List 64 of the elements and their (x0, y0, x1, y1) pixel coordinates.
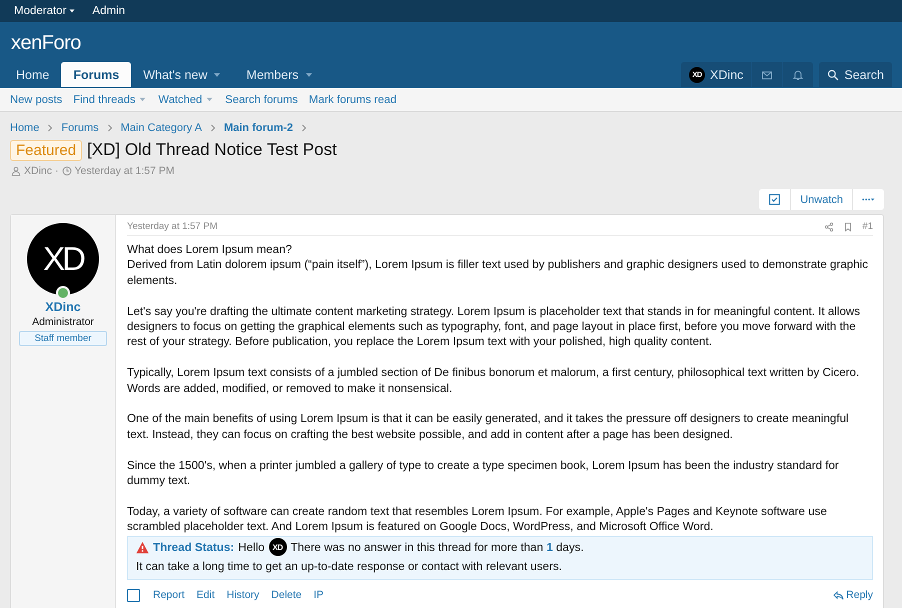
subnav-link[interactable]: Mark forums read (308, 94, 397, 106)
caret-icon (68, 7, 76, 15)
post-action-link[interactable]: History (226, 589, 260, 602)
nav-tab[interactable]: Home (4, 62, 62, 87)
breadcrumb-link[interactable]: Main forum-2 (224, 122, 294, 134)
post-text: What does Lorem Ipsum mean? (127, 242, 293, 258)
reply-arrow-icon (833, 590, 844, 601)
post-action-link[interactable]: Edit (196, 589, 215, 602)
chevron-icon (208, 124, 217, 132)
post-action-link[interactable]: Delete (271, 589, 302, 602)
notice-greeting: Hello (238, 540, 265, 556)
breadcrumb-link[interactable]: Forums (61, 122, 99, 134)
user-icon (11, 166, 21, 176)
post-action-link[interactable]: IP (314, 589, 324, 602)
envelope-icon (761, 68, 774, 80)
chevron-icon (106, 124, 114, 132)
search-icon (827, 68, 840, 80)
subnav-link[interactable]: Search forums (225, 94, 298, 106)
nav-tab[interactable]: What's new (131, 62, 234, 87)
breadcrumb-link[interactable]: Home (10, 122, 40, 134)
post-number[interactable]: #1 (862, 221, 873, 232)
reply-link[interactable]: Reply (833, 589, 873, 602)
notice-label: Thread Status: (153, 540, 234, 556)
breadcrumb-link[interactable]: Main Category A (120, 122, 202, 134)
separator-dot: · (55, 165, 59, 177)
staff-link[interactable]: Moderator (14, 5, 76, 17)
clock-icon (62, 166, 72, 176)
thread-date[interactable]: Yesterday at 1:57 PM (74, 165, 175, 177)
post-text: Let's say you're drafting the ultimate content marketing strategy. Lorem Ipsum is placeholder text that stands in for meaningful content. It allows designers to focus on getting the graphical elements such as typography, font, and page layout in place first, before you move forward with the rest of your strategy. Before publication, you replace the Lorem Ipsum text with your polished, high quality content. (127, 304, 862, 350)
search-button[interactable]: Search (819, 62, 892, 87)
chevron-icon (300, 124, 308, 132)
notice-message: It can take a long time to get an up-to-date response or contact with relevant users. (136, 558, 563, 575)
staff-banner: Staff member (19, 331, 107, 346)
warning-icon (136, 540, 149, 554)
username-link[interactable]: XDinc (45, 300, 81, 314)
post-text: Today, a variety of software can create random text that resembles Lorem Ipsum. For example, Apple's Pages and Keynote software use scrambled placeholder text. And Lorem Ipsum is featured on Google Docs, WordPress, and Microsoft Office Word. (127, 504, 828, 535)
post-text: One of the main benefits of using Lorem Ipsum is that it can be easily generated, and it takes the pressure off designers to create meaningful text. Instead, they can focus on crafting the best website possible, and add in content after a page has been designed. (127, 411, 850, 442)
nav-tab[interactable]: Members (234, 62, 326, 87)
notice-message: There was no answer in this thread for more than 1 days. (290, 540, 584, 556)
nav-tab[interactable]: Forums (61, 62, 132, 87)
caret-icon (138, 95, 148, 104)
post-text: Derived from Latin dolorem ipsum (“pain itself”), Lorem Ipsum is filler text used by publishers and graphic designers used to demonstrate graphic elements. (127, 257, 870, 288)
user-avatar[interactable]: XD (27, 223, 99, 295)
post-action-link[interactable]: Report (153, 589, 185, 602)
thread-prefix[interactable]: Featured (10, 140, 82, 160)
checked-box-icon (768, 193, 782, 206)
staff-link[interactable]: Admin (92, 5, 126, 17)
post-text: Since the 1500's, when a printer jumbled a gallery of type to create a type specimen book, Lorem Ipsum has been the industry standard for dummy text. (127, 458, 840, 488)
chevron-icon (46, 124, 54, 132)
thread-author[interactable]: XDinc (24, 165, 52, 177)
select-checkbox[interactable] (127, 588, 140, 602)
subnav-link[interactable]: Watched (158, 94, 214, 106)
avatar: XD (268, 538, 287, 556)
post-text: Typically, Lorem Ipsum text consists of a jumbled section of De finibus bonorum et malorum, a first century, philosophical text written by Cicero. Words are added, modified, or removed to make it nonsensical. (127, 365, 860, 396)
bell-icon (792, 68, 804, 80)
caret-icon (205, 95, 214, 104)
share-icon (824, 222, 834, 232)
user-title: Administrator (32, 316, 94, 328)
subnav-link[interactable]: Find threads (73, 94, 148, 106)
subnav-link[interactable]: New posts (10, 94, 62, 106)
site-logo[interactable]: xenForo (0, 22, 902, 62)
post-date[interactable]: Yesterday at 1:57 PM (127, 221, 218, 232)
bookmark-icon (843, 222, 854, 232)
thread-title: [XD] Old Thread Notice Test Post (87, 140, 337, 160)
